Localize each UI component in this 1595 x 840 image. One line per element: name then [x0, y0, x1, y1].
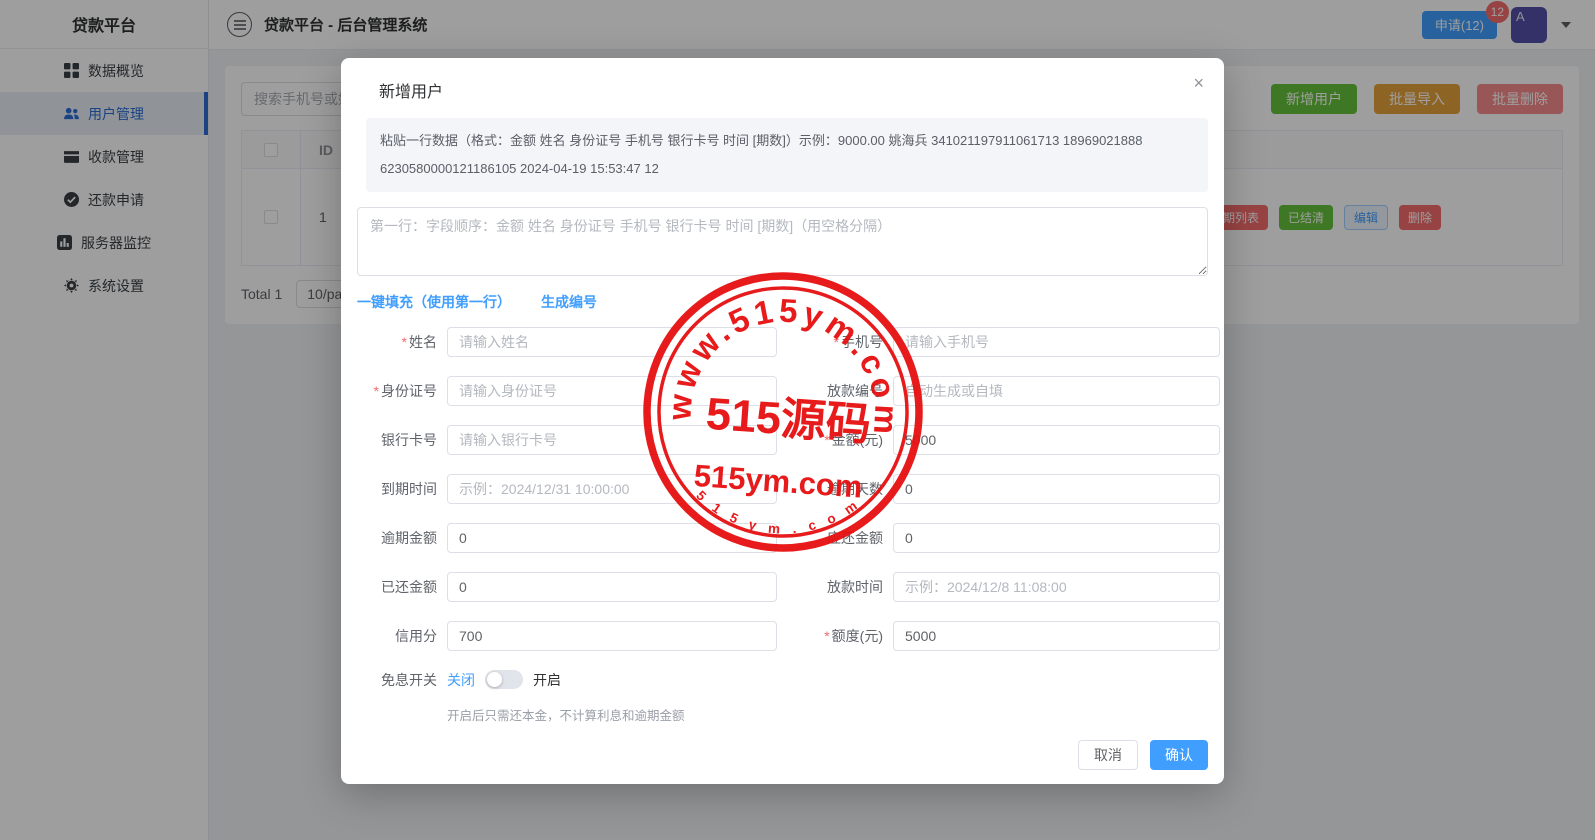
confirm-button[interactable]: 确认	[1150, 740, 1208, 770]
add-user-modal: 新增用户 × 粘贴一行数据（格式：金额 姓名 身份证号 手机号 银行卡号 时间 …	[341, 58, 1224, 784]
bank-card-input[interactable]	[447, 425, 777, 455]
repayable-amount-input[interactable]	[893, 523, 1220, 553]
close-icon[interactable]: ×	[1193, 74, 1204, 92]
quota-label: *额度(元)	[787, 626, 883, 646]
toggle-on-label: 开启	[533, 670, 561, 690]
user-form: *姓名 *手机号 *身份证号 放款编号 银行卡号 *金额(元) 到期时间 逾期天…	[357, 327, 1212, 724]
repayable-amount-label: 应还金额	[787, 528, 883, 548]
id-number-input[interactable]	[447, 376, 777, 406]
phone-input[interactable]	[893, 327, 1220, 357]
loan-number-label: 放款编号	[787, 381, 883, 401]
bank-card-label: 银行卡号	[357, 430, 437, 450]
toggle-off-label: 关闭	[447, 670, 475, 690]
one-click-fill-link[interactable]: 一键填充（使用第一行）	[357, 292, 511, 312]
cancel-button[interactable]: 取消	[1078, 740, 1138, 770]
switch-knob	[487, 672, 502, 687]
interest-free-toggle-row: 关闭 开启	[447, 670, 1220, 690]
due-time-input[interactable]	[447, 474, 777, 504]
phone-label: *手机号	[787, 332, 883, 352]
generate-number-link[interactable]: 生成编号	[541, 292, 597, 312]
id-number-label: *身份证号	[357, 381, 437, 401]
paste-format-hint: 粘贴一行数据（格式：金额 姓名 身份证号 手机号 银行卡号 时间 [期数]）示例…	[366, 118, 1208, 192]
overdue-days-input[interactable]	[893, 474, 1220, 504]
overdue-amount-input[interactable]	[447, 523, 777, 553]
quota-input[interactable]	[893, 621, 1220, 651]
paste-data-textarea[interactable]	[357, 207, 1208, 276]
credit-score-label: 信用分	[357, 626, 437, 646]
amount-label: *金额(元)	[787, 430, 883, 450]
amount-input[interactable]	[893, 425, 1220, 455]
name-label: *姓名	[357, 332, 437, 352]
repaid-amount-label: 已还金额	[357, 577, 437, 597]
name-input[interactable]	[447, 327, 777, 357]
overdue-amount-label: 逾期金额	[357, 528, 437, 548]
quick-links: 一键填充（使用第一行） 生成编号	[357, 292, 1208, 312]
interest-free-label: 免息开关	[357, 670, 437, 690]
repaid-amount-input[interactable]	[447, 572, 777, 602]
loan-number-input[interactable]	[893, 376, 1220, 406]
interest-free-switch[interactable]	[485, 670, 523, 689]
overdue-days-label: 逾期天数	[787, 479, 883, 499]
loan-time-input[interactable]	[893, 572, 1220, 602]
modal-title: 新增用户	[379, 78, 1200, 102]
loan-time-label: 放款时间	[787, 577, 883, 597]
due-time-label: 到期时间	[357, 479, 437, 499]
toggle-helper-text: 开启后只需还本金，不计算利息和逾期金额	[447, 705, 1220, 724]
modal-footer: 取消 确认	[1078, 740, 1208, 770]
credit-score-input[interactable]	[447, 621, 777, 651]
